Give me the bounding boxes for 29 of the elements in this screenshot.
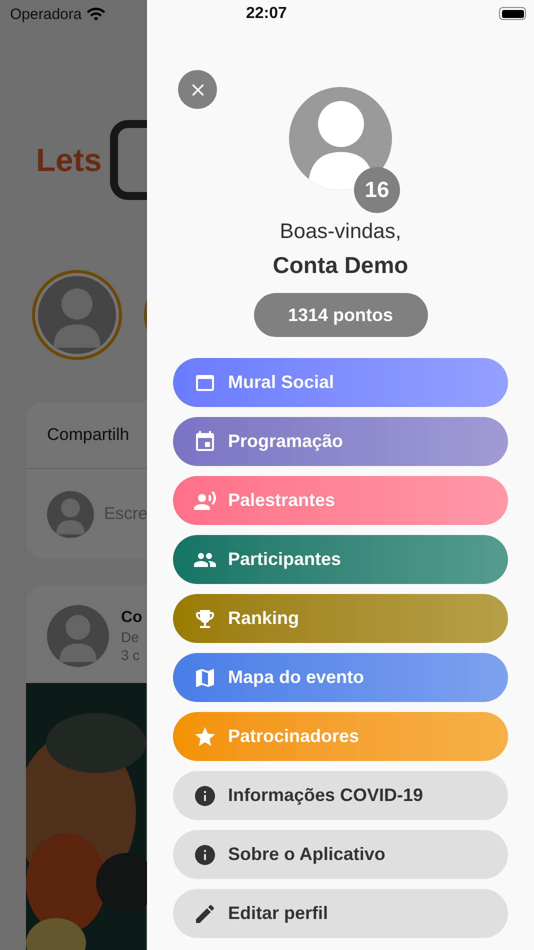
- menu-item[interactable]: Informações COVID-19: [173, 771, 508, 820]
- battery-icon: [499, 7, 526, 20]
- user-name: Conta Demo: [272, 252, 408, 279]
- menu-item[interactable]: Programação: [173, 417, 508, 466]
- menu-item[interactable]: Mural Social: [173, 358, 508, 407]
- level-badge: 16: [354, 167, 400, 213]
- post-author: Co: [121, 609, 142, 627]
- menu-item[interactable]: Mapa do evento: [173, 653, 508, 702]
- points-button[interactable]: 1314 pontos: [254, 293, 428, 337]
- menu-item[interactable]: Patrocinadores: [173, 712, 508, 761]
- close-button[interactable]: [178, 70, 217, 109]
- speaker-icon: [193, 488, 217, 512]
- card-title: Compartilh: [47, 425, 130, 445]
- menu-item[interactable]: Participantes: [173, 535, 508, 584]
- carrier-name: Operadora: [10, 6, 82, 22]
- logo-text: Lets: [36, 142, 102, 178]
- menu-item[interactable]: Sobre o Aplicativo: [173, 830, 508, 879]
- info-icon: [193, 842, 217, 866]
- star-icon: [193, 724, 217, 748]
- calendar-icon: [193, 430, 217, 454]
- menu-item[interactable]: Editar perfil: [173, 889, 508, 938]
- menu-item[interactable]: Ranking: [173, 594, 508, 643]
- menu-item[interactable]: Palestrantes: [173, 476, 508, 525]
- avatar-icon: [47, 490, 94, 538]
- avatar-icon: [38, 276, 116, 354]
- greeting-text: Boas-vindas,: [280, 220, 402, 244]
- status-time: 22:07: [246, 5, 287, 23]
- info-icon: [193, 784, 217, 808]
- avatar-icon: [47, 605, 109, 667]
